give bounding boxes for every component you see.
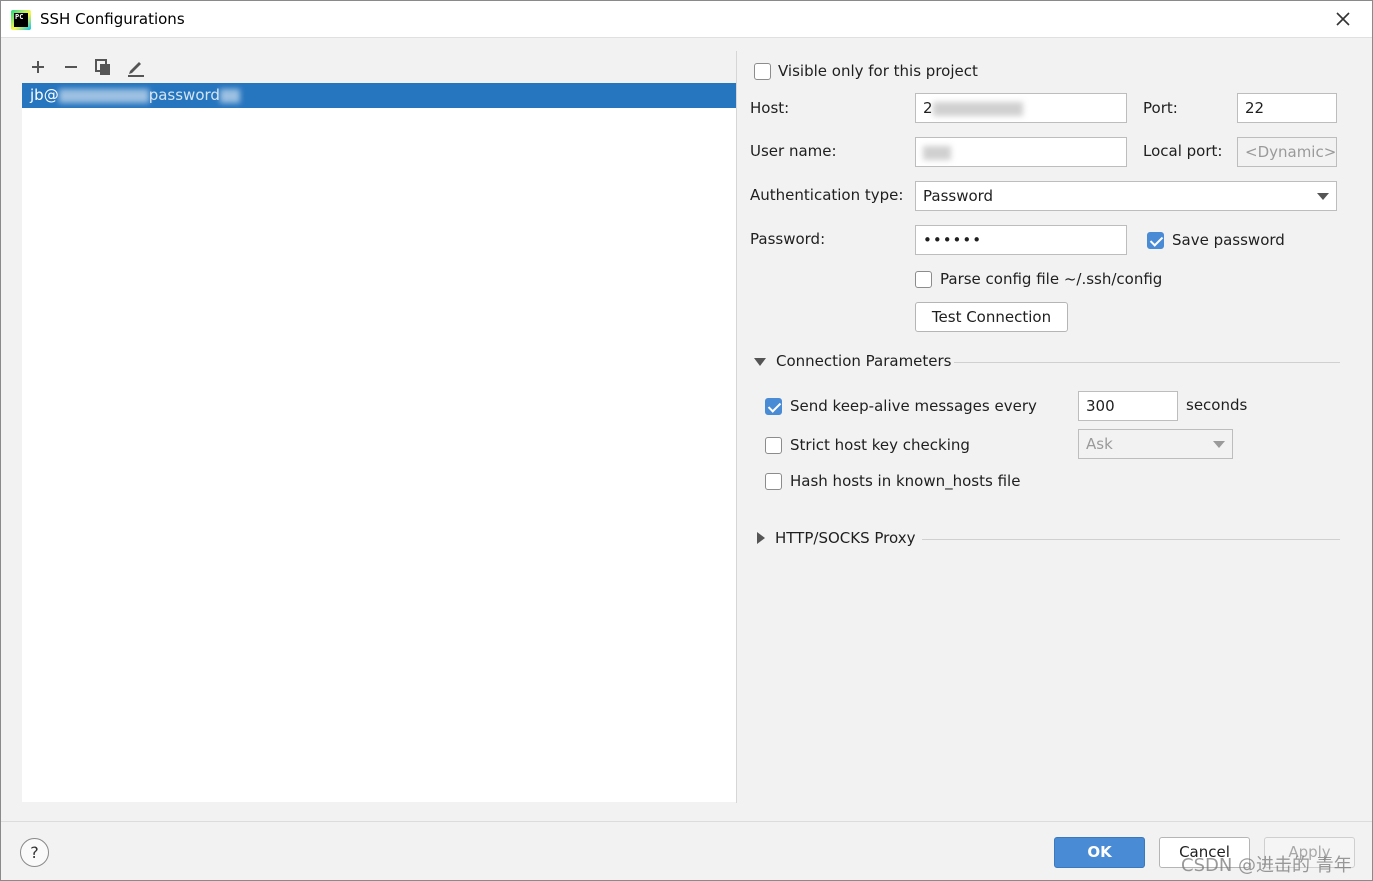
- hash-hosts-label: Hash hosts in known_hosts file: [790, 472, 1021, 490]
- port-label: Port:: [1143, 99, 1178, 117]
- help-button[interactable]: ?: [20, 838, 49, 867]
- collapse-triangle-icon[interactable]: [757, 532, 765, 544]
- parse-config-label: Parse config file ~/.ssh/config: [940, 270, 1163, 288]
- hash-hosts-checkbox[interactable]: [765, 473, 782, 490]
- keepalive-checkbox[interactable]: [765, 398, 782, 415]
- title-bar: PC SSH Configurations: [1, 1, 1372, 38]
- close-icon[interactable]: [1331, 7, 1355, 31]
- save-password-label: Save password: [1172, 231, 1285, 249]
- user-name-label: User name:: [750, 142, 837, 160]
- visible-only-label: Visible only for this project: [778, 62, 978, 80]
- list-item-label-start: jb@: [30, 86, 59, 104]
- pane-divider[interactable]: [736, 51, 737, 803]
- password-label: Password:: [750, 230, 826, 248]
- list-item[interactable]: jb@ password: [22, 83, 736, 108]
- plus-icon[interactable]: [25, 54, 51, 80]
- configurations-list: jb@ password: [22, 83, 736, 802]
- auth-type-select[interactable]: Password: [915, 181, 1337, 211]
- host-input[interactable]: 2: [915, 93, 1127, 123]
- copy-icon[interactable]: [90, 54, 116, 80]
- host-label: Host:: [750, 99, 790, 117]
- redacted-text: [219, 88, 240, 103]
- list-item-label-end: password: [148, 86, 220, 104]
- chevron-down-icon: [1213, 441, 1225, 448]
- user-name-input[interactable]: [915, 137, 1127, 167]
- window-title: SSH Configurations: [40, 10, 185, 28]
- strict-host-label: Strict host key checking: [790, 436, 970, 454]
- visible-only-checkbox[interactable]: [754, 63, 771, 80]
- strict-host-select[interactable]: Ask: [1078, 429, 1233, 459]
- keepalive-unit: seconds: [1186, 396, 1248, 414]
- test-connection-button[interactable]: Test Connection: [915, 302, 1068, 332]
- redacted-text: [923, 145, 951, 160]
- parse-config-checkbox[interactable]: [915, 271, 932, 288]
- keepalive-label: Send keep-alive messages every: [790, 397, 1037, 415]
- section-divider: [954, 362, 1340, 363]
- expand-triangle-icon[interactable]: [754, 358, 766, 366]
- footer-divider: [1, 821, 1372, 822]
- connection-parameters-title[interactable]: Connection Parameters: [776, 352, 952, 370]
- pycharm-app-icon: PC: [11, 10, 31, 30]
- redacted-text: [932, 101, 1023, 116]
- redacted-text: [58, 88, 149, 103]
- minus-icon[interactable]: [58, 54, 84, 80]
- auth-type-label: Authentication type:: [750, 186, 904, 204]
- section-divider: [922, 539, 1340, 540]
- strict-host-checkbox[interactable]: [765, 437, 782, 454]
- keepalive-input[interactable]: 300: [1078, 391, 1178, 421]
- proxy-title[interactable]: HTTP/SOCKS Proxy: [775, 529, 915, 547]
- save-password-checkbox[interactable]: [1147, 232, 1164, 249]
- local-port-input[interactable]: <Dynamic>: [1237, 137, 1337, 167]
- ok-button[interactable]: OK: [1054, 837, 1145, 868]
- local-port-label: Local port:: [1143, 142, 1223, 160]
- password-input[interactable]: ••••••: [915, 225, 1127, 255]
- watermark: CSDN @进击的 青年: [1181, 855, 1352, 876]
- ssh-configurations-dialog: PC SSH Configurations jb@ password Visibl…: [0, 0, 1373, 881]
- chevron-down-icon: [1317, 193, 1329, 200]
- pencil-icon[interactable]: [123, 54, 149, 80]
- port-input[interactable]: 22: [1237, 93, 1337, 123]
